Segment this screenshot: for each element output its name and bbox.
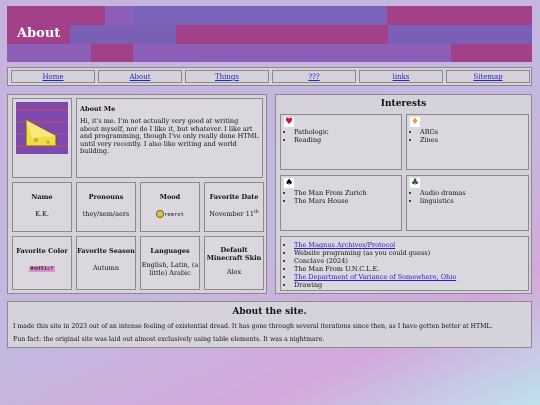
- nav-link-about[interactable]: About: [98, 70, 182, 83]
- nav-link-things[interactable]: Things: [185, 70, 269, 83]
- info-value: #dd91cf: [13, 264, 71, 272]
- nav-bar: Home About Things ??? links Sitemap: [7, 67, 532, 86]
- diamond-icon: ♦: [410, 117, 420, 127]
- list-item: Reading: [294, 136, 401, 144]
- info-value: November 11th: [205, 210, 263, 218]
- list-item: Pathologic: [294, 128, 401, 136]
- info-value: Alex: [226, 268, 242, 276]
- info-value: English, Latin, (a little) Arabic: [141, 261, 199, 277]
- info-favorite-color: Favorite Color #dd91cf: [12, 236, 72, 290]
- info-value: K.K.: [35, 210, 49, 218]
- interests-clubs-card: ♣ Audio dramas linguistics: [406, 175, 529, 231]
- department-of-variance-link[interactable]: The Department of Variance of Somewhere,…: [294, 273, 456, 281]
- about-site-panel: About the site. I made this site in 2023…: [7, 301, 532, 348]
- list-item: The Man From U.N.C.L.E.: [294, 265, 528, 273]
- banner-block: [387, 6, 532, 25]
- about-site-paragraph-1: I made this site in 2023 out of an inten…: [13, 323, 493, 330]
- info-label: Name: [31, 193, 53, 201]
- page-title: About: [17, 26, 61, 41]
- list-item: The Man From Zurich: [294, 189, 401, 197]
- info-label: Languages: [150, 247, 190, 255]
- list-item: Conclave (2024): [294, 257, 528, 265]
- nav-link-sitemap[interactable]: Sitemap: [446, 70, 530, 83]
- nav-link-home[interactable]: Home: [11, 70, 95, 83]
- banner-block: [451, 44, 532, 62]
- date-text: November 11: [209, 210, 255, 219]
- about-me-text: Hi, it's me. I'm not actually very good …: [80, 117, 259, 156]
- info-label: Mood: [159, 193, 181, 201]
- banner-block: [7, 6, 105, 25]
- header-banner: About: [7, 6, 532, 62]
- mood-badge: remrot: [141, 210, 199, 218]
- about-me-cell: About Me Hi, it's me. I'm not actually v…: [76, 98, 263, 178]
- list-item: The Magnus Archives/Protocol: [294, 241, 528, 249]
- interests-list-card: The Magnus Archives/Protocol Website pro…: [280, 236, 529, 291]
- banner-block: [388, 25, 532, 44]
- info-value: Autumn: [92, 264, 120, 272]
- spade-icon: ♠: [284, 178, 294, 188]
- interests-diamonds-card: ♦ ARGs Zines: [406, 114, 529, 170]
- list-item: The Mars House: [294, 197, 401, 205]
- interests-hearts-card: ♥ Pathologic Reading: [280, 114, 402, 170]
- list-item: Website programing (as you could guess): [294, 249, 528, 257]
- banner-block: [91, 44, 133, 62]
- info-label: Default Minecraft Skin: [206, 246, 262, 262]
- info-favorite-season: Favorite Season Autumn: [76, 236, 136, 290]
- info-favorite-date: Favorite Date November 11th: [204, 182, 264, 232]
- info-minecraft-skin: Default Minecraft Skin Alex: [204, 236, 264, 290]
- magnus-archives-link[interactable]: The Magnus Archives/Protocol: [294, 241, 395, 249]
- about-site-paragraph-2: Fun fact: the original site was laid out…: [13, 336, 325, 343]
- color-swatch: #dd91cf: [29, 266, 55, 272]
- info-languages: Languages English, Latin, (a little) Ara…: [140, 236, 200, 290]
- cheese-icon: [16, 102, 68, 154]
- heart-icon: ♥: [284, 117, 294, 127]
- list-item: Zines: [420, 136, 528, 144]
- mood-face-icon: [156, 210, 165, 218]
- info-mood: Mood remrot: [140, 182, 200, 232]
- avatar: [16, 102, 68, 154]
- nav-link-mystery[interactable]: ???: [272, 70, 356, 83]
- list-item: ARGs: [420, 128, 528, 136]
- list-item: The Department of Variance of Somewhere,…: [294, 273, 528, 281]
- info-label: Favorite Color: [16, 247, 68, 255]
- banner-block: [176, 25, 388, 44]
- about-me-heading: About Me: [80, 105, 116, 113]
- info-pronouns: Pronouns they/xem/aers: [76, 182, 136, 232]
- list-item: linguistics: [420, 197, 528, 205]
- banner-block: [70, 25, 176, 44]
- info-value: they/xem/aers: [82, 210, 130, 218]
- about-panel: About Me Hi, it's me. I'm not actually v…: [7, 94, 267, 294]
- interests-spades-card: ♠ The Man From Zurich The Mars House: [280, 175, 402, 231]
- avatar-cell: [12, 98, 72, 178]
- mood-text: remrot: [164, 212, 184, 218]
- list-item: Drawing: [294, 281, 528, 289]
- info-label: Pronouns: [88, 193, 124, 201]
- info-name: Name K.K.: [12, 182, 72, 232]
- interests-panel: Interests ♥ Pathologic Reading ♦ ARGs Zi…: [275, 94, 532, 294]
- banner-block: [133, 6, 387, 25]
- about-site-heading: About the site.: [232, 307, 307, 317]
- date-suffix: th: [254, 210, 259, 215]
- club-icon: ♣: [410, 178, 420, 188]
- nav-link-links[interactable]: links: [359, 70, 443, 83]
- interests-heading: Interests: [380, 99, 427, 109]
- info-label: Favorite Date: [209, 193, 259, 201]
- list-item: Audio dramas: [420, 189, 528, 197]
- info-label: Favorite Season: [77, 247, 135, 255]
